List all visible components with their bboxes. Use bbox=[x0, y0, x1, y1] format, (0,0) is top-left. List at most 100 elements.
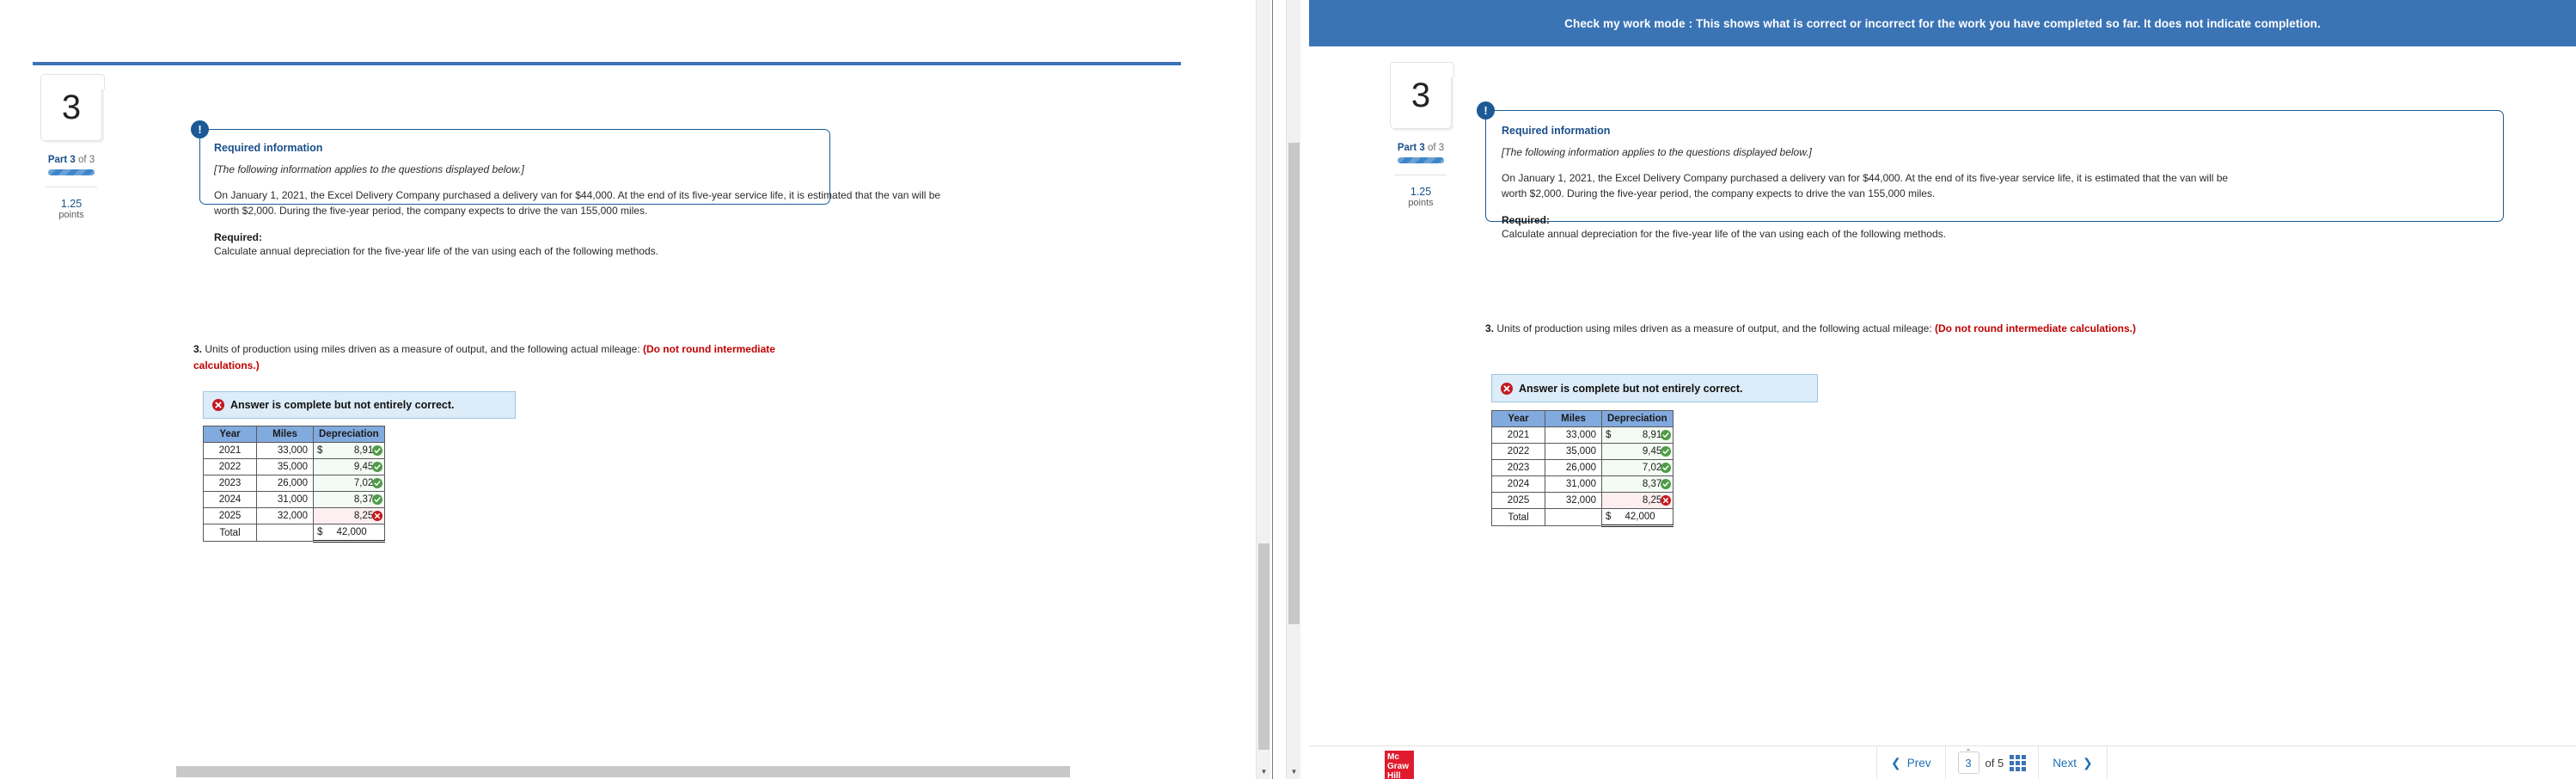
page-indicator: ⌃ 3 of 5 bbox=[1946, 746, 2039, 779]
cell-year: 2023 bbox=[203, 475, 257, 492]
required-text: Calculate annual depreciation for the fi… bbox=[214, 245, 658, 257]
cell-depreciation: 9,450 bbox=[313, 458, 385, 475]
hscrollbar-thumb[interactable] bbox=[176, 766, 1070, 777]
cell-depreciation: $8,910 bbox=[313, 442, 385, 459]
cell-miles: 26,000 bbox=[256, 475, 314, 492]
scrollbar-thumb[interactable] bbox=[1258, 543, 1270, 750]
check-circle-icon bbox=[1660, 479, 1671, 489]
table-row: 2021 33,000 $8,910 bbox=[203, 442, 385, 459]
logo-line-3: Hill bbox=[1387, 771, 1401, 779]
exclamation-icon: ! bbox=[191, 120, 209, 138]
cell-depreciation: 7,020 bbox=[1601, 459, 1673, 476]
cell-miles: 31,000 bbox=[256, 491, 314, 508]
cell-miles: 35,000 bbox=[256, 458, 314, 475]
next-button[interactable]: Next ❯ bbox=[2039, 746, 2107, 779]
points-value-right: 1.25 bbox=[1410, 186, 1432, 198]
currency-symbol: $ bbox=[1606, 430, 1612, 440]
cell-year: 2024 bbox=[1491, 475, 1545, 493]
cell-total-depreciation: $42,000 bbox=[313, 524, 385, 543]
spinner-arrows-icon[interactable]: ⌃ bbox=[1966, 749, 1972, 756]
question-number-inline-right: 3. bbox=[1485, 322, 1495, 334]
left-pane-inner-scrollbar[interactable]: ▼ bbox=[1256, 0, 1270, 779]
question-text: Units of production using miles driven a… bbox=[202, 343, 643, 355]
left-document-pane: 3 Part 3 of 3 1.25 points ! Required inf… bbox=[0, 0, 1286, 779]
right-preview-pane: Check my work mode : This shows what is … bbox=[1309, 0, 2576, 779]
table-row: 2023 26,000 7,020 bbox=[203, 475, 385, 492]
table-header-cell: Miles bbox=[1545, 410, 1602, 427]
scrollbar-thumb-outer[interactable] bbox=[1288, 143, 1300, 624]
required-label-right: Required: bbox=[1502, 214, 1551, 226]
cell-miles: 31,000 bbox=[1545, 475, 1602, 493]
question-number-right: 3 bbox=[1410, 77, 1431, 114]
cell-depreciation: 8,250 bbox=[1601, 492, 1673, 509]
required-information-title: Required information bbox=[214, 142, 323, 154]
mcgraw-hill-logo: Mc Graw Hill bbox=[1385, 751, 1414, 779]
answer-status-text-right: Answer is complete but not entirely corr… bbox=[1519, 382, 1743, 395]
question-sidebar-right: 3 Part 3 of 3 1.25 points bbox=[1380, 62, 1462, 208]
check-circle-icon bbox=[1660, 463, 1671, 473]
table-total-row: Total $42,000 bbox=[203, 524, 385, 543]
error-circle-icon bbox=[212, 399, 224, 411]
currency-symbol: $ bbox=[317, 527, 323, 537]
part-indicator: Part 3 of 3 bbox=[30, 155, 113, 165]
required-label: Required: bbox=[214, 231, 263, 243]
card-fold-icon-right bbox=[1449, 62, 1454, 77]
question-statement-left: 3. Units of production using miles drive… bbox=[193, 341, 829, 373]
page-number-input[interactable]: ⌃ 3 bbox=[1957, 749, 1979, 774]
table-header-cell: Miles bbox=[256, 426, 314, 443]
cell-total-depreciation: $42,000 bbox=[1601, 508, 1673, 527]
next-button-label: Next bbox=[2053, 756, 2077, 770]
cell-year: 2021 bbox=[203, 442, 257, 459]
table-row: 2024 31,000 8,370 bbox=[1491, 475, 1673, 493]
cell-miles: 26,000 bbox=[1545, 459, 1602, 476]
prev-button[interactable]: ❮ Prev bbox=[1877, 746, 1945, 779]
pane-splitter[interactable] bbox=[1272, 0, 1273, 779]
scroll-down-arrow-icon[interactable]: ▼ bbox=[1257, 764, 1271, 779]
scroll-down-arrow-outer-icon[interactable]: ▼ bbox=[1287, 764, 1301, 779]
error-circle-icon bbox=[371, 511, 382, 521]
cell-depreciation: $8,910 bbox=[1601, 426, 1673, 444]
left-pane-horizontal-scrollbar[interactable] bbox=[0, 764, 1256, 779]
part-indicator-right: Part 3 of 3 bbox=[1380, 143, 1462, 153]
error-circle-icon bbox=[1660, 495, 1671, 506]
card-fold-icon bbox=[100, 74, 105, 89]
question-number: 3 bbox=[61, 89, 82, 126]
cell-depreciation: 8,250 bbox=[313, 507, 385, 524]
pagination-controls: ❮ Prev ⌃ 3 of 5 Next ❯ bbox=[1876, 746, 2108, 779]
answer-status-alert-right: Answer is complete but not entirely corr… bbox=[1491, 374, 1818, 402]
question-number-card: 3 bbox=[40, 74, 105, 141]
required-information-callout-right: ! Required information [The following in… bbox=[1477, 101, 2504, 240]
depreciation-table-left: Year Miles Depreciation 2021 33,000 $8,910 202… bbox=[203, 426, 385, 543]
cell-total-label: Total bbox=[203, 524, 257, 542]
table-header-cell: Year bbox=[203, 426, 257, 443]
question-statement-right: 3. Units of production using miles drive… bbox=[1485, 321, 2276, 337]
currency-symbol: $ bbox=[1606, 512, 1612, 522]
question-warning-right: (Do not round intermediate calculations.… bbox=[1934, 322, 2136, 334]
required-text-right: Calculate annual depreciation for the fi… bbox=[1502, 228, 1946, 240]
error-circle-icon-right bbox=[1501, 382, 1513, 395]
part-progress-bar bbox=[48, 169, 95, 175]
question-text-right: Units of production using miles driven a… bbox=[1494, 322, 1935, 334]
part-progress-bar-right bbox=[1398, 157, 1444, 163]
part-total: of 3 bbox=[75, 155, 95, 165]
required-information-callout: ! Required information [The following in… bbox=[191, 120, 940, 257]
table-row: 2025 32,000 8,250 bbox=[1491, 492, 1673, 509]
cell-depreciation: 8,370 bbox=[1601, 475, 1673, 493]
check-my-work-banner-text: Check my work mode : This shows what is … bbox=[1564, 16, 2321, 30]
cell-year: 2022 bbox=[203, 458, 257, 475]
part-current-right: Part 3 bbox=[1397, 143, 1425, 153]
cell-depreciation: 7,020 bbox=[313, 475, 385, 492]
cell-depreciation: 9,450 bbox=[1601, 443, 1673, 460]
logo-line-1: Mc bbox=[1387, 752, 1399, 762]
page-number-value: 3 bbox=[1965, 756, 1972, 770]
check-circle-icon bbox=[1660, 430, 1671, 440]
table-row: 2022 35,000 9,450 bbox=[1491, 443, 1673, 460]
left-pane-outer-scrollbar[interactable]: ▼ bbox=[1286, 0, 1300, 779]
table-row: 2021 33,000 $8,910 bbox=[1491, 426, 1673, 444]
cell-miles: 33,000 bbox=[256, 442, 314, 459]
table-header-cell: Depreciation bbox=[1601, 410, 1673, 427]
points-value: 1.25 bbox=[60, 198, 83, 210]
required-information-body-right: On January 1, 2021, the Excel Delivery C… bbox=[1502, 172, 2229, 199]
grid-view-icon[interactable] bbox=[2010, 754, 2027, 771]
cell-total-label: Total bbox=[1491, 508, 1545, 526]
